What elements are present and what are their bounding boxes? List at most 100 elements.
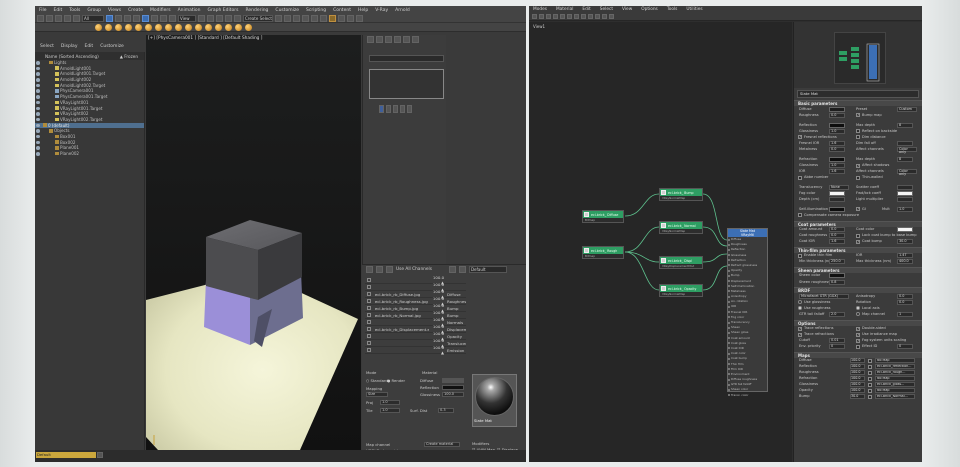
channel-row[interactable]: 100.0 ▲ Normals: [365, 317, 466, 327]
vray-light-icon[interactable]: [115, 23, 122, 31]
sheen-rough-field[interactable]: 0.8: [829, 279, 845, 285]
channel-file[interactable]: ecl-brick_rb_Bump.jpg: [372, 306, 429, 311]
visibility-eye-icon[interactable]: [36, 89, 40, 93]
self-illum-swatch[interactable]: [829, 206, 845, 212]
slate-menu-modes[interactable]: Modes: [533, 7, 547, 12]
map-slot-checkbox[interactable]: [868, 358, 872, 363]
channel-file[interactable]: ecl-brick_rb_Roughness.jpg: [372, 299, 429, 304]
size-field[interactable]: Size: [366, 392, 388, 397]
channel-row[interactable]: ecl-brick_rb_Normal.jpg 100.0 ▲ Bump: [365, 310, 466, 320]
layout-children-icon[interactable]: [588, 14, 593, 19]
enable-film-checkbox[interactable]: [798, 253, 802, 258]
angle-snap-icon[interactable]: [216, 14, 223, 22]
explorer-tab-select[interactable]: Select: [40, 44, 54, 49]
effect-id-field[interactable]: 0: [897, 344, 913, 350]
abbe-checkbox[interactable]: [798, 175, 802, 180]
channel-row[interactable]: 100.0 ▲: [365, 282, 466, 292]
object-list-box[interactable]: [369, 69, 444, 99]
sheen-color-swatch[interactable]: [829, 273, 845, 279]
map-slot-amount[interactable]: 30.0: [850, 394, 865, 400]
use-rough-radio[interactable]: [798, 306, 802, 311]
vray-decal-icon[interactable]: [235, 23, 242, 31]
make-unique-icon[interactable]: [393, 105, 398, 113]
map-node[interactable]: ecl-brick_ Normal VRayNormalMap: [659, 221, 703, 234]
mirror-icon[interactable]: [275, 14, 282, 22]
scatter-coeff-field[interactable]: [897, 184, 913, 190]
map-slot-button[interactable]: No Map: [875, 358, 915, 364]
schematic-icon[interactable]: [320, 14, 327, 22]
visibility-eye-icon[interactable]: [36, 152, 40, 156]
utilities-tab-icon[interactable]: [412, 36, 419, 43]
slate-menu-material[interactable]: Material: [556, 7, 573, 12]
map-slot-button[interactable]: No Map: [875, 376, 915, 382]
col-frozen-header[interactable]: ▲ Frozen: [120, 54, 138, 59]
refr-glossiness-field[interactable]: 1.0: [829, 163, 845, 169]
fog-sys-checkbox[interactable]: ✓: [856, 338, 860, 343]
rotation-field[interactable]: 0.0: [897, 299, 913, 305]
coat-bump-field[interactable]: 30.0: [897, 239, 913, 245]
channel-row[interactable]: ecl-brick_rb_Roughness.jpg 100.0 ▲ Roughne…: [365, 296, 466, 306]
map-slot-checkbox[interactable]: [868, 388, 872, 393]
map-node-header[interactable]: ecl-brick_ Rough: [583, 247, 623, 254]
map-slot-amount[interactable]: 100.0: [850, 358, 865, 364]
vray-scatter-icon[interactable]: [225, 23, 232, 31]
hide-unused-icon[interactable]: [560, 14, 565, 19]
mode-standard-radio[interactable]: ○ Standard: [366, 378, 388, 383]
trace-refr-checkbox[interactable]: ✓: [798, 332, 802, 337]
affect-shadows-checkbox[interactable]: ✓: [856, 163, 860, 168]
fresnel-ior-field[interactable]: 1.6: [829, 140, 845, 146]
assign-material-icon[interactable]: [539, 14, 544, 19]
menu-arnold[interactable]: Arnold: [395, 8, 410, 13]
visibility-eye-icon[interactable]: [36, 95, 40, 99]
map-slot-checkbox[interactable]: [868, 370, 872, 375]
reflection-color-swatch[interactable]: [829, 122, 845, 128]
object-type-dropdown[interactable]: [369, 55, 444, 62]
channel-slot[interactable]: Bump: [445, 306, 466, 311]
lock-coat-checkbox[interactable]: [856, 233, 860, 238]
map-node[interactable]: ecl-brick_ Displ VRayDisplacementMod: [659, 256, 703, 269]
vray-sphere-light-icon[interactable]: [135, 23, 142, 31]
material-editor-icon[interactable]: [329, 14, 336, 22]
visibility-eye-icon[interactable]: [36, 72, 40, 76]
material-preview-sphere[interactable]: [475, 377, 514, 416]
channel-file[interactable]: ecl-brick_rb_Displacement.exr: [372, 327, 429, 332]
menu-rendering[interactable]: Rendering: [245, 8, 268, 13]
slot-transl-color[interactable]: Transl. color: [728, 393, 767, 398]
menu-scripting[interactable]: Scripting: [306, 8, 326, 13]
map-node-header[interactable]: ecl-brick_ Diffuse: [583, 211, 623, 218]
preset-dropdown[interactable]: Default: [468, 266, 507, 273]
channel-file[interactable]: ecl-brick_rb_Diffuse.jpg: [372, 292, 429, 297]
map-slot-button[interactable]: ecl-brick_rough...: [875, 370, 915, 376]
channel-slot[interactable]: Roughness: [445, 299, 466, 304]
dim-falloff-field[interactable]: [897, 140, 913, 146]
align-icon[interactable]: [284, 14, 291, 22]
menu-modifiers[interactable]: Modifiers: [150, 8, 171, 13]
status-lock-icon[interactable]: [97, 452, 103, 458]
map-node-header[interactable]: ecl-brick_ Normal: [660, 222, 702, 229]
refraction-color-swatch[interactable]: [829, 157, 845, 163]
rect-select-icon[interactable]: [124, 14, 131, 22]
selection-filter[interactable]: All: [82, 14, 104, 22]
select-by-name-icon[interactable]: [115, 14, 122, 22]
panel-refresh-icon[interactable]: [386, 266, 393, 273]
fog-color-swatch[interactable]: [829, 190, 845, 196]
menu-views[interactable]: Views: [108, 8, 121, 13]
channel-row[interactable]: ecl-brick_rb_Bump.jpg 100.0 ▲ Bump: [365, 303, 466, 313]
dim-distance-checkbox[interactable]: [856, 135, 860, 140]
channel-slot[interactable]: Normals: [445, 320, 466, 325]
unlink-icon[interactable]: [64, 14, 71, 22]
select-icon[interactable]: [106, 14, 113, 22]
max-depth-field[interactable]: 8: [897, 122, 913, 128]
percent-snap-icon[interactable]: [225, 14, 232, 22]
map-slot-amount[interactable]: 100.0: [850, 382, 865, 388]
visibility-eye-icon[interactable]: [36, 78, 40, 82]
channel-row[interactable]: 100.0 ▲ Emission: [365, 345, 466, 355]
channel-checkbox[interactable]: [367, 320, 371, 324]
map-slot-amount[interactable]: 100.0: [850, 376, 865, 382]
use-irr-checkbox[interactable]: ✓: [856, 332, 860, 337]
channel-checkbox[interactable]: [367, 334, 371, 338]
create-material-field[interactable]: Create material: [424, 442, 460, 447]
proj-field[interactable]: 1.0: [380, 400, 400, 405]
roughness-field[interactable]: 0.0: [829, 112, 845, 118]
map-slot-amount[interactable]: 100.0: [850, 388, 865, 394]
